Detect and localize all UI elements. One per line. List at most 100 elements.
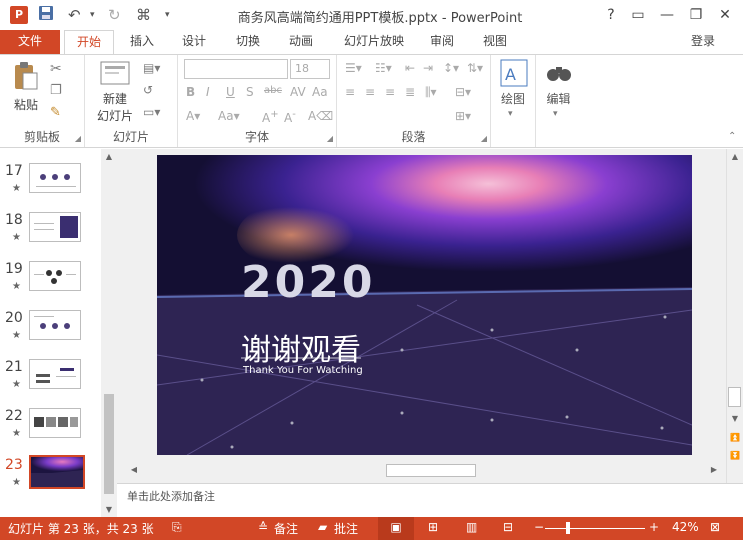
slide-thumbnail[interactable]: [29, 212, 81, 242]
tab-view[interactable]: 视图: [475, 30, 515, 54]
slide-sorter-view-icon[interactable]: ⊞: [428, 520, 438, 534]
slideshow-view-icon[interactable]: ⊟: [503, 520, 513, 534]
reset-icon[interactable]: ↺: [143, 83, 153, 97]
tab-file[interactable]: 文件: [0, 30, 60, 54]
line-spacing-icon[interactable]: ↕▾: [443, 61, 459, 75]
slide-thumbnail[interactable]: [29, 261, 81, 291]
shrink-font-icon[interactable]: A-: [284, 109, 296, 125]
zoom-in-icon[interactable]: +: [649, 520, 659, 534]
collapse-ribbon-icon[interactable]: ⌃: [728, 131, 736, 142]
cut-icon[interactable]: ✂: [50, 61, 62, 77]
scrollbar-thumb[interactable]: [104, 394, 114, 494]
scrollbar-thumb[interactable]: [386, 464, 476, 477]
align-right-icon[interactable]: ≡: [385, 85, 395, 99]
maximize-button[interactable]: ❐: [684, 4, 708, 26]
fit-slide-icon[interactable]: ⊠: [710, 520, 720, 534]
previous-slide-icon[interactable]: ⏫: [727, 433, 743, 442]
normal-view-icon[interactable]: ▣: [378, 517, 414, 540]
layout-icon[interactable]: ▤▾: [143, 61, 160, 75]
slide-thumbnail[interactable]: [29, 359, 81, 389]
thumbnail-row-active[interactable]: 23 ★: [0, 455, 100, 503]
bold-icon[interactable]: B: [186, 85, 195, 99]
font-name-combo[interactable]: [184, 59, 288, 79]
zoom-out-icon[interactable]: −: [534, 520, 544, 534]
justify-icon[interactable]: ≣: [405, 85, 415, 99]
start-from-beginning-icon[interactable]: ⌘: [136, 5, 151, 25]
new-slide-button[interactable]: 新建 幻灯片: [91, 61, 139, 124]
decrease-indent-icon[interactable]: ⇤: [405, 61, 415, 75]
comments-button[interactable]: 批注: [334, 520, 358, 537]
scroll-left-arrow-icon[interactable]: ◀: [126, 465, 142, 474]
undo-dropdown-icon[interactable]: ▾: [90, 5, 95, 25]
thumbnail-row[interactable]: 20 ★: [0, 310, 100, 356]
comments-icon[interactable]: ▰: [318, 520, 327, 534]
current-slide[interactable]: 2020 谢谢观看 Thank You For Watching: [157, 155, 692, 455]
undo-icon[interactable]: ↶: [68, 5, 81, 25]
smartart-icon[interactable]: ⊞▾: [455, 109, 471, 123]
slide-thumbnail[interactable]: [29, 408, 81, 438]
section-icon[interactable]: ▭▾: [143, 105, 160, 119]
slide-thumbnail[interactable]: [29, 310, 81, 340]
next-slide-icon[interactable]: ⏬: [727, 451, 743, 460]
clear-format-icon[interactable]: A⌫: [308, 109, 333, 123]
slide-year-text[interactable]: 2020: [241, 257, 375, 308]
shadow-icon[interactable]: S: [246, 85, 254, 99]
close-button[interactable]: ✕: [713, 4, 737, 26]
thumbnails-scrollbar[interactable]: ▲ ▼: [101, 149, 117, 517]
slide-thumbnail-active[interactable]: [29, 455, 85, 489]
drawing-group[interactable]: A 绘图 ▾: [491, 55, 536, 147]
tab-transitions[interactable]: 切换: [228, 30, 268, 54]
format-painter-icon[interactable]: ✎: [50, 105, 61, 120]
tab-design[interactable]: 设计: [174, 30, 214, 54]
font-launcher-icon[interactable]: ◢: [327, 134, 333, 143]
scroll-up-arrow-icon[interactable]: ▲: [101, 152, 117, 161]
editing-group[interactable]: 编辑 ▾: [536, 55, 581, 147]
zoom-level[interactable]: 42%: [672, 520, 699, 534]
save-icon[interactable]: [38, 5, 54, 25]
align-text-icon[interactable]: ⊟▾: [455, 85, 471, 99]
scroll-down-arrow-icon[interactable]: ▼: [101, 505, 117, 514]
tab-home[interactable]: 开始: [64, 30, 114, 54]
scroll-down-arrow-icon[interactable]: ▼: [727, 414, 743, 423]
slide-vertical-scrollbar[interactable]: ▲ ▼ ⏫ ⏬: [726, 149, 743, 483]
thumbnail-row[interactable]: 17 ★: [0, 163, 100, 209]
grow-font-icon[interactable]: A+: [262, 109, 279, 125]
align-center-icon[interactable]: ≡: [365, 85, 375, 99]
columns-icon[interactable]: ⫼▾: [425, 85, 437, 100]
notes-pane[interactable]: 单击此处添加备注: [117, 483, 743, 517]
spelling-check-icon[interactable]: ⎘: [172, 520, 182, 535]
minimize-button[interactable]: —: [655, 4, 679, 26]
increase-indent-icon[interactable]: ⇥: [423, 61, 433, 75]
ribbon-display-options-button[interactable]: ▭: [626, 4, 650, 26]
slide-thanks-en-text[interactable]: Thank You For Watching: [243, 365, 363, 376]
clipboard-launcher-icon[interactable]: ◢: [75, 134, 81, 143]
thumbnail-row[interactable]: 19 ★: [0, 261, 100, 307]
tab-review[interactable]: 审阅: [422, 30, 462, 54]
strikethrough-icon[interactable]: abc: [264, 85, 282, 96]
italic-icon[interactable]: I: [206, 85, 210, 99]
change-case-dropdown-icon[interactable]: Aa▾: [218, 109, 240, 123]
help-button[interactable]: ?: [599, 4, 623, 26]
font-color-icon[interactable]: A▾: [186, 109, 200, 123]
scrollbar-thumb[interactable]: [728, 387, 741, 407]
reading-view-icon[interactable]: ▥: [466, 520, 477, 534]
scroll-right-arrow-icon[interactable]: ▶: [706, 465, 722, 474]
underline-icon[interactable]: U: [226, 85, 235, 99]
zoom-slider-track[interactable]: [545, 528, 645, 529]
notes-toggle-button[interactable]: 备注: [274, 520, 298, 537]
slide-horizontal-scrollbar[interactable]: ◀ ▶: [124, 462, 724, 479]
text-direction-icon[interactable]: ⇅▾: [467, 61, 483, 75]
numbering-icon[interactable]: ☷▾: [375, 61, 392, 75]
thumbnail-row[interactable]: 21 ★: [0, 359, 100, 405]
redo-icon[interactable]: ↻: [108, 5, 121, 25]
tab-insert[interactable]: 插入: [122, 30, 162, 54]
slide-thumbnail[interactable]: [29, 163, 81, 193]
thumbnail-row[interactable]: 22 ★: [0, 408, 100, 454]
login-link[interactable]: 登录: [691, 32, 715, 49]
align-left-icon[interactable]: ≡: [345, 85, 355, 99]
font-size-combo[interactable]: 18: [290, 59, 330, 79]
tab-animations[interactable]: 动画: [281, 30, 321, 54]
paste-button[interactable]: 粘贴: [8, 61, 44, 113]
thumbnail-row[interactable]: 18 ★: [0, 212, 100, 258]
change-case-icon[interactable]: Aa: [312, 85, 328, 99]
